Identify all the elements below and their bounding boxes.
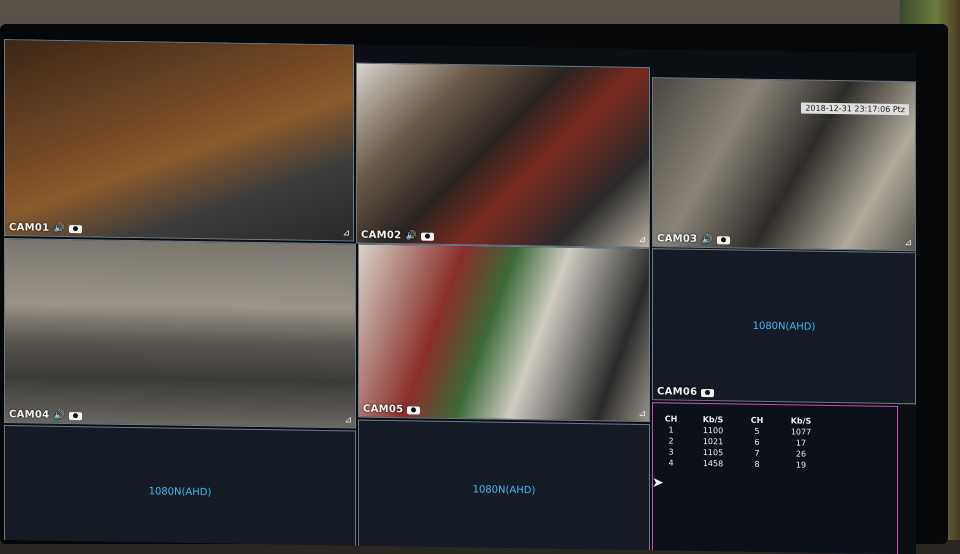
- table-cell: 1100: [702, 425, 724, 436]
- header-ch: CH: [664, 414, 678, 424]
- record-icon: [68, 411, 82, 420]
- motion-icon: ⊿: [904, 238, 912, 249]
- audio-icon: 🔊: [701, 234, 713, 245]
- audio-icon: 🔊: [53, 223, 65, 234]
- table-cell: 7: [754, 448, 760, 458]
- camera-tile-2[interactable]: CAM02 🔊 ⊿: [356, 62, 650, 249]
- mouse-cursor-icon: ➤: [652, 475, 664, 491]
- table-cell: 4: [668, 458, 674, 468]
- no-signal-text: 1080N(AHD): [752, 320, 816, 333]
- timestamp: 2018-12-31 23:17:06 Ptz: [801, 102, 909, 116]
- table-cell: 26: [795, 449, 807, 459]
- camera-tile-7[interactable]: 1080N(AHD): [4, 425, 356, 551]
- header-kbs: Kb/S: [790, 416, 812, 426]
- motion-icon: ⊿: [342, 228, 350, 239]
- bandwidth-panel: CH Kb/S CH Kb/S 1 1100 5 1077 2 1021 6 1: [652, 402, 898, 554]
- table-cell: 3: [668, 447, 674, 457]
- table-cell: 19: [795, 460, 807, 470]
- camera-tile-1[interactable]: CAM01 🔊 ⊿: [4, 39, 354, 242]
- camera-tile-8[interactable]: 1080N(AHD): [358, 419, 650, 554]
- record-icon: [716, 235, 730, 244]
- table-cell: 5: [754, 426, 760, 436]
- audio-icon: 🔊: [405, 230, 417, 241]
- audio-icon: 🔊: [53, 410, 65, 421]
- motion-icon: ⊿: [638, 408, 646, 420]
- motion-icon: ⊿: [344, 415, 352, 426]
- camera-tile-6[interactable]: 1080N(AHD) CAM06: [652, 248, 916, 405]
- camera-label: CAM06: [657, 386, 715, 398]
- table-cell: 8: [754, 459, 760, 469]
- header-ch: CH: [750, 415, 764, 425]
- record-icon: [420, 232, 434, 241]
- record-icon: [701, 388, 715, 397]
- header-kbs: Kb/S: [702, 414, 724, 425]
- camera-label: CAM04 🔊: [9, 409, 82, 421]
- no-signal-text: 1080N(AHD): [472, 484, 536, 497]
- bandwidth-table: CH Kb/S CH Kb/S 1 1100 5 1077 2 1021 6 1: [657, 413, 829, 471]
- table-cell: 6: [754, 437, 760, 447]
- dvr-screen: CAM01 🔊 ⊿ CAM02 🔊 ⊿ 2018-12-31 23:17:06 …: [4, 39, 916, 554]
- table-cell: 1: [668, 425, 674, 435]
- camera-label: CAM05: [363, 404, 421, 416]
- table-cell: 17: [795, 438, 807, 448]
- camera-label: CAM02 🔊: [361, 230, 434, 242]
- table-cell: 1077: [790, 427, 812, 437]
- camera-tile-5[interactable]: CAM05 ⊿: [358, 243, 650, 423]
- table-cell: 1021: [702, 436, 724, 447]
- table-row: 4 1458 8 19: [657, 457, 829, 471]
- camera-tile-3[interactable]: 2018-12-31 23:17:06 Ptz CAM03 🔊 ⊿: [652, 77, 916, 252]
- camera-tile-4[interactable]: CAM04 🔊 ⊿: [4, 238, 356, 429]
- motion-icon: ⊿: [638, 234, 646, 246]
- no-signal-text: 1080N(AHD): [148, 486, 212, 499]
- camera-label: CAM03 🔊: [657, 233, 730, 245]
- table-cell: 1458: [702, 458, 724, 469]
- table-cell: 2: [668, 436, 674, 446]
- record-icon: [407, 405, 421, 415]
- record-icon: [68, 224, 82, 233]
- table-cell: 1105: [702, 447, 724, 458]
- camera-label: CAM01 🔊: [9, 222, 82, 234]
